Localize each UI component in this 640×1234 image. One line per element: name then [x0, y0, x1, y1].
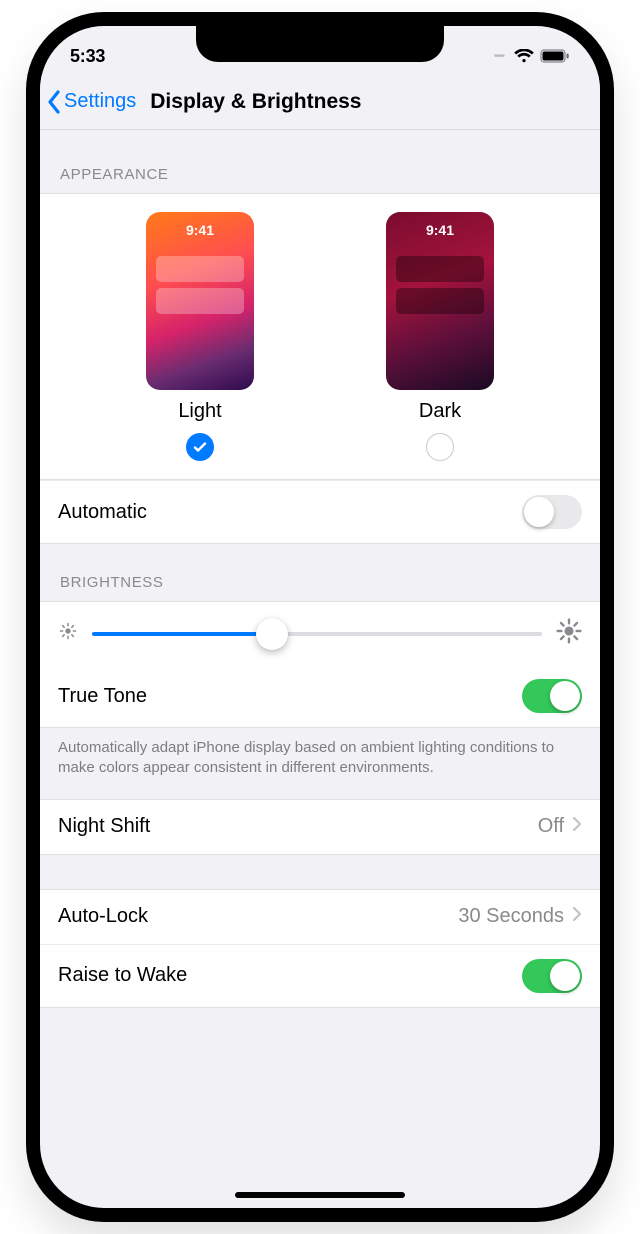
home-indicator [235, 1192, 405, 1198]
true-tone-description: Automatically adapt iPhone display based… [40, 728, 600, 799]
row-label: Auto-Lock [58, 905, 148, 928]
slider-fill [92, 632, 272, 636]
chevron-left-icon [46, 90, 62, 114]
automatic-row-panel: Automatic [40, 479, 600, 544]
brightness-slider-row [40, 602, 600, 665]
slider-thumb[interactable] [256, 618, 288, 650]
appearance-radio-dark[interactable] [426, 433, 454, 461]
thumb-widget [156, 256, 244, 282]
cellular-dots-icon: •••• [494, 51, 504, 62]
chevron-right-icon [572, 905, 582, 928]
wifi-icon [514, 49, 534, 63]
appearance-option-light[interactable]: 9:41 Light [146, 212, 254, 461]
row-label: Raise to Wake [58, 964, 187, 987]
back-button[interactable]: Settings [46, 90, 136, 114]
brightness-panel: True Tone [40, 601, 600, 728]
row-label: Night Shift [58, 815, 150, 838]
sun-min-icon [58, 621, 78, 646]
appearance-thumb-light: 9:41 [146, 212, 254, 390]
row-value-text: Off [538, 815, 564, 838]
chevron-right-icon [572, 815, 582, 838]
appearance-panel: 9:41 Light 9:41 [40, 193, 600, 479]
battery-icon [540, 49, 570, 63]
thumb-widget [396, 256, 484, 282]
thumb-time: 9:41 [386, 222, 494, 238]
brightness-slider[interactable] [92, 619, 542, 649]
night-shift-panel: Night Shift Off [40, 799, 600, 855]
notch [196, 26, 444, 62]
appearance-option-label: Dark [419, 400, 461, 423]
section-label-appearance: APPEARANCE [40, 130, 600, 193]
row-label: True Tone [58, 685, 147, 708]
row-raise-to-wake[interactable]: Raise to Wake [40, 944, 600, 1007]
row-automatic[interactable]: Automatic [40, 480, 600, 543]
status-time: 5:33 [70, 46, 105, 67]
appearance-options: 9:41 Light 9:41 [40, 212, 600, 461]
page-title: Display & Brightness [150, 90, 361, 114]
phone-frame: 5:33 •••• Settings [26, 12, 614, 1222]
row-night-shift[interactable]: Night Shift Off [40, 800, 600, 854]
thumb-time: 9:41 [146, 222, 254, 238]
row-true-tone[interactable]: True Tone [40, 665, 600, 727]
status-icons: •••• [494, 49, 570, 63]
section-label-brightness: BRIGHTNESS [40, 544, 600, 601]
row-value: 30 Seconds [458, 905, 582, 928]
appearance-option-dark[interactable]: 9:41 Dark [386, 212, 494, 461]
row-value: Off [538, 815, 582, 838]
section-gap [40, 855, 600, 889]
row-label: Automatic [58, 501, 147, 524]
lock-panel: Auto-Lock 30 Seconds Raise to Wake [40, 889, 600, 1008]
appearance-option-label: Light [178, 400, 221, 423]
screen: 5:33 •••• Settings [40, 26, 600, 1208]
appearance-radio-light[interactable] [186, 433, 214, 461]
thumb-widget [396, 288, 484, 314]
toggle-automatic[interactable] [522, 495, 582, 529]
appearance-thumb-dark: 9:41 [386, 212, 494, 390]
row-value-text: 30 Seconds [458, 905, 564, 928]
row-auto-lock[interactable]: Auto-Lock 30 Seconds [40, 890, 600, 944]
back-label: Settings [64, 90, 136, 113]
sun-max-icon [556, 618, 582, 649]
toggle-true-tone[interactable] [522, 679, 582, 713]
nav-header: Settings Display & Brightness [40, 74, 600, 130]
toggle-raise-to-wake[interactable] [522, 959, 582, 993]
thumb-widget [156, 288, 244, 314]
